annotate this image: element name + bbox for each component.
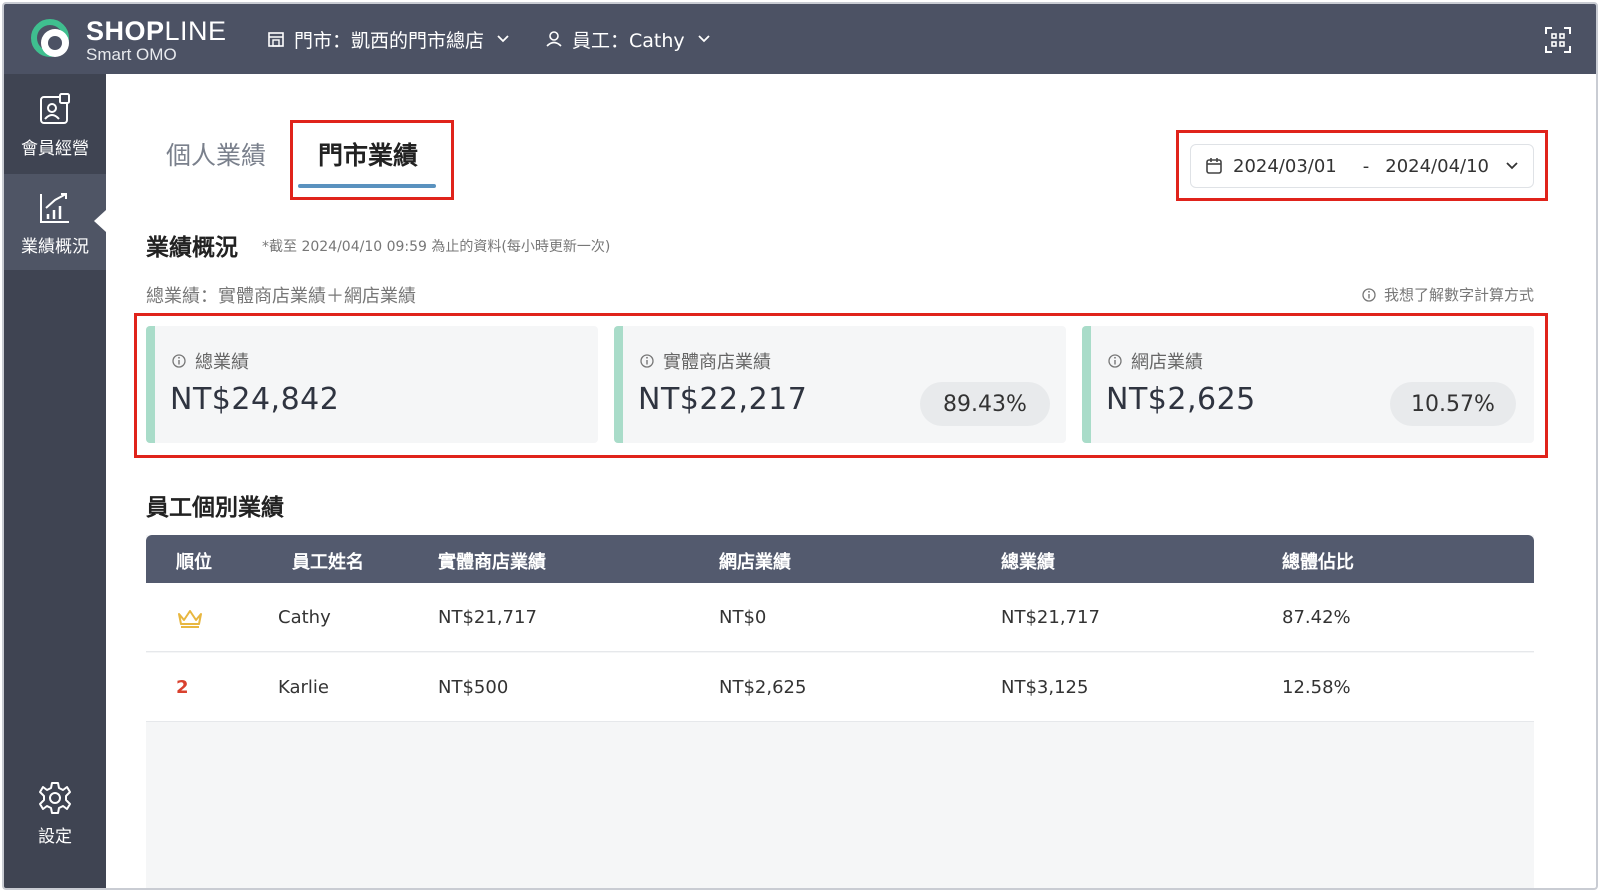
column-header-share: 總體佔比 <box>1282 552 1354 573</box>
brand-name: SHOPLINE <box>86 16 227 46</box>
sidebar-item-label: 會員經營 <box>21 139 89 159</box>
user-icon <box>546 31 562 47</box>
sidebar-item-settings[interactable]: 設定 <box>4 764 106 860</box>
staff-name: Karlie <box>278 677 329 698</box>
table-row: Cathy NT$21,717 NT$0 NT$21,717 87.42% <box>146 583 1534 652</box>
top-bar: SHOPLINE Smart OMO 門市：凱西的門市總店 員工：Cathy <box>4 4 1596 74</box>
highlight-box-tab <box>290 120 454 200</box>
total-sales-value: NT$21,717 <box>1001 607 1100 628</box>
sidebar-item-label: 設定 <box>38 827 72 847</box>
column-header-store-sales: 實體商店業績 <box>438 552 546 573</box>
store-selector[interactable]: 門市：凱西的門市總店 <box>266 24 510 54</box>
info-icon <box>1362 287 1376 302</box>
total-sales-value: NT$3,125 <box>1001 677 1089 698</box>
highlight-box-cards <box>134 313 1548 458</box>
overview-formula: 總業績：實體商店業績＋網店業績 <box>146 286 416 307</box>
column-header-rank: 順位 <box>176 552 212 573</box>
share-value: 12.58% <box>1282 677 1351 698</box>
online-sales-value: NT$2,625 <box>719 677 807 698</box>
calculation-help-label: 我想了解數字計算方式 <box>1383 286 1534 304</box>
shopline-logo-icon <box>31 19 69 57</box>
staff-selector-label: 員工：Cathy <box>572 29 685 52</box>
app-window: SHOPLINE Smart OMO 門市：凱西的門市總店 員工：Cathy 會… <box>2 2 1598 890</box>
sidebar-item-members[interactable]: 會員經營 <box>4 76 106 172</box>
store-selector-label: 門市：凱西的門市總店 <box>294 29 485 52</box>
overview-update-note: *截至 2024/04/10 09:59 為止的資料(每小時更新一次) <box>262 239 611 255</box>
column-header-name: 員工姓名 <box>292 552 364 573</box>
tab-personal-performance[interactable]: 個人業績 <box>166 136 266 172</box>
table-row: 2 Karlie NT$500 NT$2,625 NT$3,125 12.58% <box>146 653 1534 722</box>
calculation-help-link[interactable]: 我想了解數字計算方式 <box>1362 284 1534 305</box>
store-sales-value: NT$21,717 <box>438 607 537 628</box>
sidebar-item-performance[interactable]: 業績概況 <box>4 174 106 270</box>
store-sales-value: NT$500 <box>438 677 509 698</box>
store-icon <box>268 32 284 47</box>
qr-scan-icon[interactable] <box>1544 26 1572 54</box>
highlight-box-date <box>1176 130 1548 201</box>
rank-number: 2 <box>176 677 189 698</box>
staff-name: Cathy <box>278 607 331 628</box>
sidebar-item-label: 業績概況 <box>21 237 89 257</box>
share-value: 87.42% <box>1282 607 1351 628</box>
member-card-icon <box>40 93 70 124</box>
gear-icon <box>39 782 71 814</box>
chart-growth-icon <box>40 193 69 223</box>
column-header-online-sales: 網店業績 <box>719 552 791 573</box>
sidebar: 會員經營 業績概況 設定 <box>4 74 106 888</box>
staff-performance-table: 順位 員工姓名 實體商店業績 網店業績 總業績 總體佔比 Cathy NT$21… <box>146 535 1534 888</box>
main-content: 個人業績 門市業績 2024/03/01 - 2024/04/10 業績概況 *… <box>106 74 1596 888</box>
chevron-down-icon <box>698 35 710 43</box>
staff-performance-title: 員工個別業績 <box>146 495 284 521</box>
crown-icon <box>178 610 202 628</box>
chevron-down-icon <box>497 35 509 43</box>
brand-subtitle: Smart OMO <box>86 45 177 64</box>
column-header-total-sales: 總業績 <box>1001 552 1055 573</box>
online-sales-value: NT$0 <box>719 607 767 628</box>
table-header: 順位 員工姓名 實體商店業績 網店業績 總業績 總體佔比 <box>146 535 1534 583</box>
staff-selector[interactable]: 員工：Cathy <box>544 24 711 54</box>
overview-title: 業績概況 <box>146 235 238 261</box>
shopline-logo[interactable]: SHOPLINE Smart OMO <box>30 14 230 66</box>
